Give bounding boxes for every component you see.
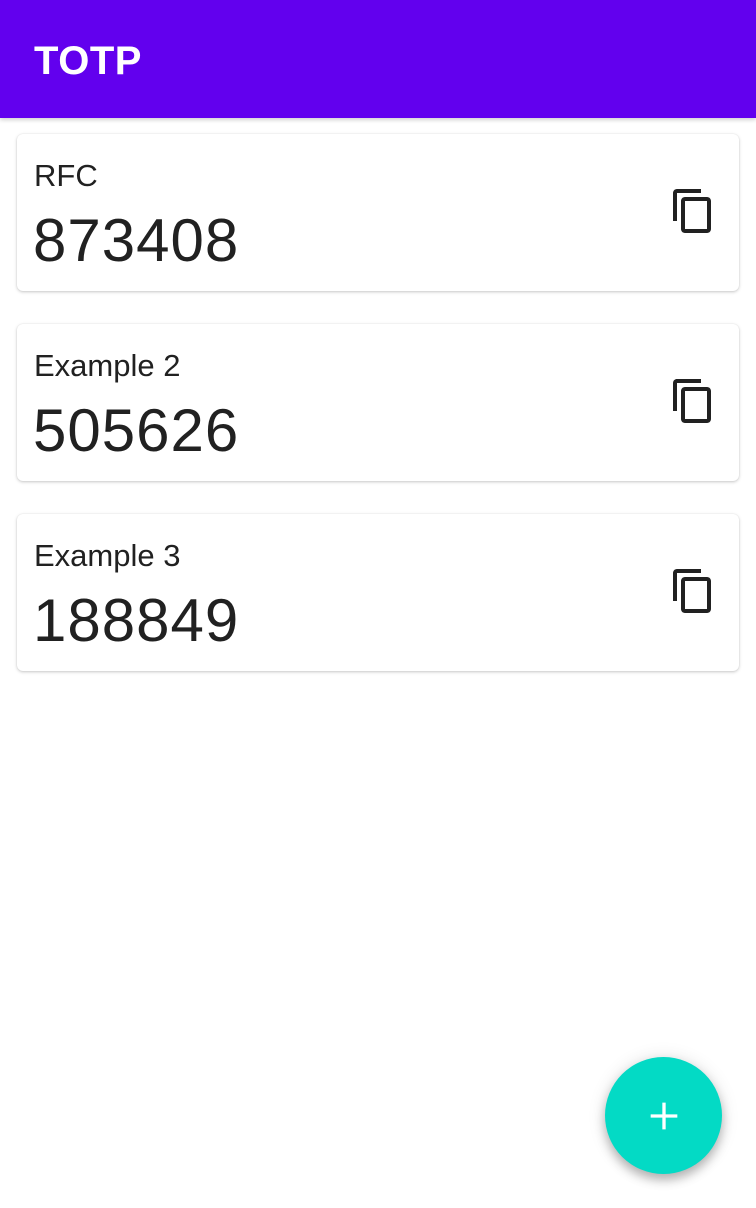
account-card[interactable]: RFC 873408 — [17, 134, 739, 291]
account-label: RFC — [34, 158, 98, 193]
totp-code: 505626 — [33, 397, 240, 464]
totp-code: 873408 — [33, 207, 240, 274]
copy-icon — [673, 189, 711, 233]
app-title: TOTP — [34, 39, 142, 83]
copy-icon — [673, 569, 711, 613]
copy-button[interactable] — [661, 369, 725, 433]
add-account-button[interactable] — [605, 1057, 722, 1174]
copy-button[interactable] — [661, 179, 725, 243]
account-card[interactable]: Example 2 505626 — [17, 324, 739, 481]
copy-icon — [673, 379, 711, 423]
account-label: Example 2 — [34, 348, 181, 383]
app-screen: TOTP RFC 873408 Example 2 505626 Example… — [0, 0, 756, 1208]
app-bar: TOTP — [0, 0, 756, 118]
account-list: RFC 873408 Example 2 505626 Example 3 18… — [0, 134, 756, 704]
plus-icon — [650, 1102, 677, 1129]
account-label: Example 3 — [34, 538, 181, 573]
copy-button[interactable] — [661, 559, 725, 623]
account-card[interactable]: Example 3 188849 — [17, 514, 739, 671]
totp-code: 188849 — [33, 587, 240, 654]
